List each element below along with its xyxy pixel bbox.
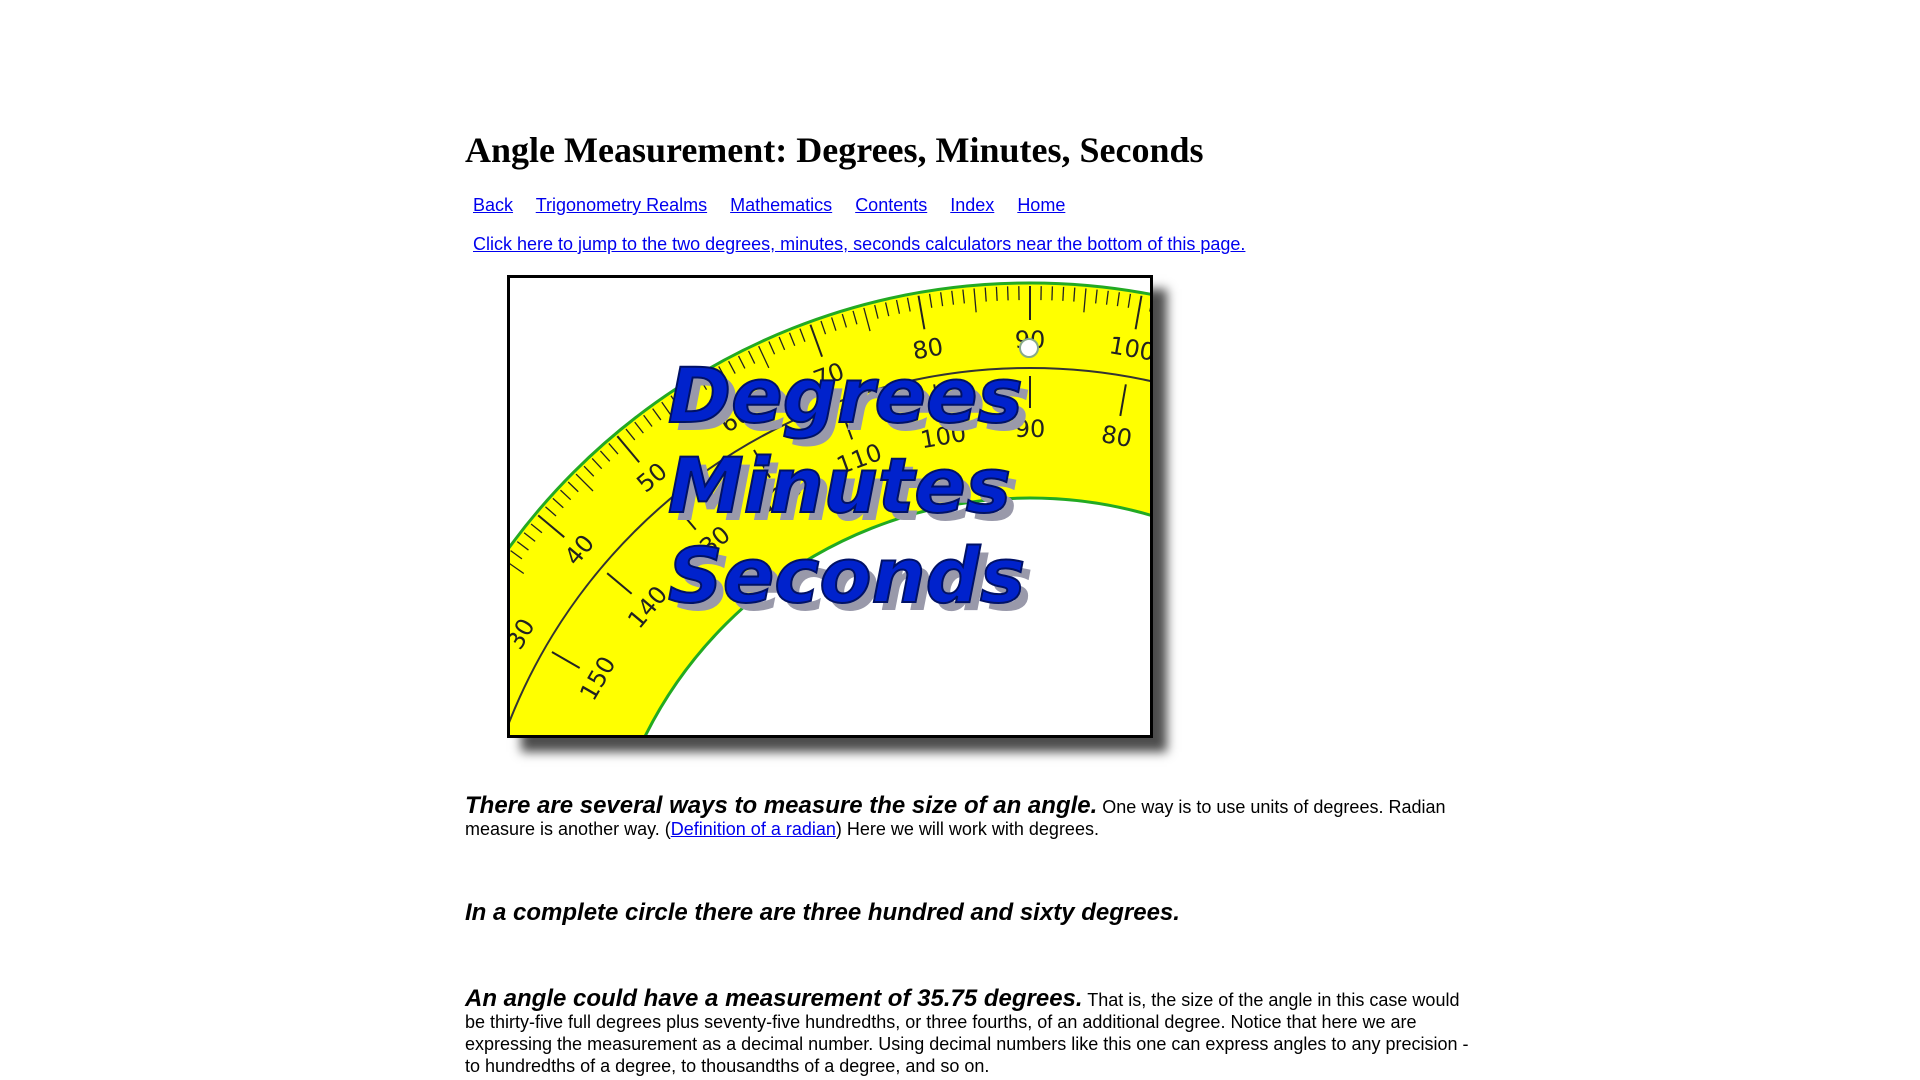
tick-mark (1062, 286, 1065, 301)
banner-title: Degrees Degrees Minutes Minutes Seconds … (667, 350, 1033, 628)
nav-link-trigonometry-realms[interactable]: Trigonometry Realms (536, 195, 707, 215)
paragraph-lead: An angle could have a measurement of 35.… (465, 985, 1083, 1012)
inner-scale-label: 80 (1099, 420, 1134, 453)
banner-word-degrees: Degrees (668, 351, 1023, 440)
paragraph-lead: In a complete circle there are three hun… (465, 899, 1180, 926)
tick-mark (995, 286, 998, 301)
nav-bar: Back Trigonometry Realms Mathematics Con… (473, 193, 1083, 217)
paragraph-decimal-degrees: An angle could have a measurement of 35.… (465, 985, 1475, 1077)
nav-link-contents[interactable]: Contents (855, 195, 927, 215)
jump-to-calculators-link[interactable]: Click here to jump to the two degrees, m… (473, 232, 1245, 256)
banner-image: 2030405060708090100 16015014013012011010… (507, 275, 1153, 738)
nav-link-index[interactable]: Index (950, 195, 994, 215)
banner-word-seconds: Seconds (668, 531, 1025, 620)
nav-link-home[interactable]: Home (1017, 195, 1065, 215)
banner-word-minutes: Minutes (668, 441, 1011, 530)
radian-definition-link[interactable]: Definition of a radian (671, 819, 836, 839)
page-title: Angle Measurement: Degrees, Minutes, Sec… (465, 130, 1204, 170)
nav-link-mathematics[interactable]: Mathematics (730, 195, 832, 215)
paragraph-complete-circle: In a complete circle there are three hun… (465, 899, 1475, 926)
paragraph-lead: There are several ways to measure the si… (465, 792, 1098, 819)
paragraph-text: ) Here we will work with degrees. (835, 819, 1099, 839)
nav-link-back[interactable]: Back (473, 195, 513, 215)
protractor-graphic: 2030405060708090100 16015014013012011010… (510, 281, 1150, 735)
paragraph-angle-measures: There are several ways to measure the si… (465, 792, 1475, 840)
